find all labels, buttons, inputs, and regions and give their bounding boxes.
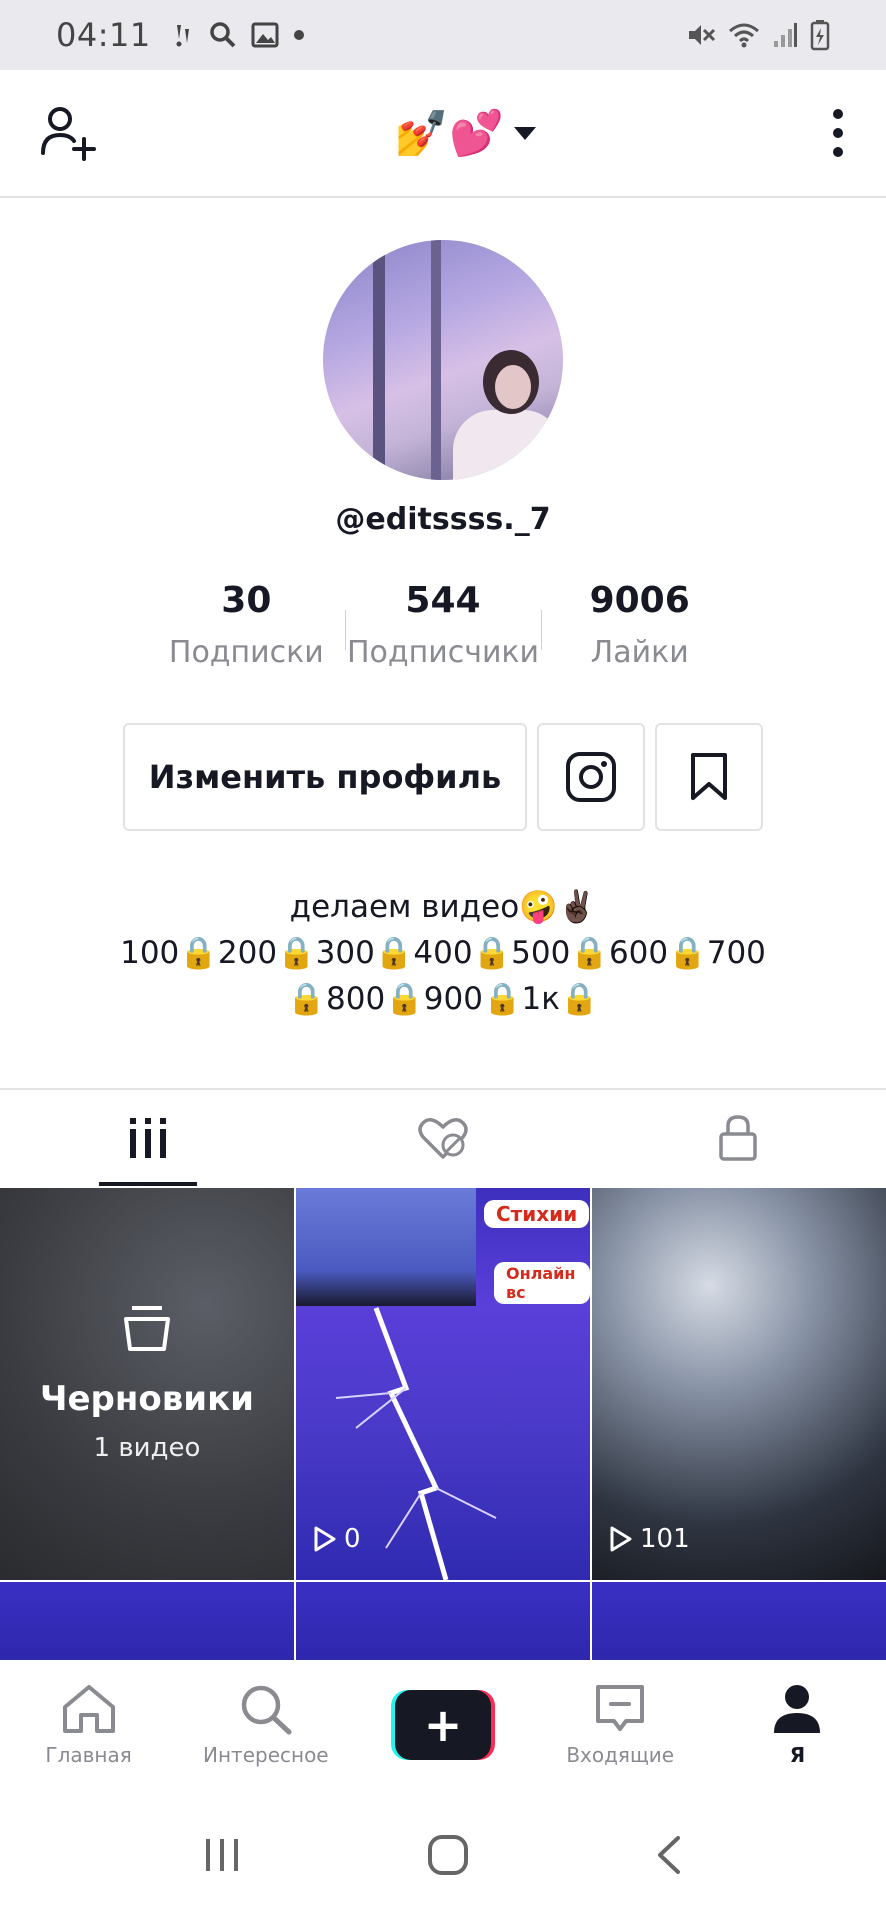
profile-stats: 30 Подписки 544 Подписчики 9006 Лайки bbox=[148, 580, 738, 690]
following-label: Подписки bbox=[168, 635, 324, 670]
status-time: 04:11 bbox=[56, 16, 151, 54]
video-thumbnail[interactable] bbox=[296, 1582, 590, 1660]
nav-home[interactable]: Главная bbox=[0, 1683, 177, 1767]
video-thumbnail[interactable] bbox=[592, 1582, 886, 1660]
image-status-icon bbox=[251, 22, 279, 48]
lock-icon bbox=[719, 1115, 758, 1161]
person-icon bbox=[774, 1685, 821, 1733]
bookmark-icon bbox=[691, 753, 727, 800]
account-name: 💅💕 bbox=[394, 108, 504, 159]
hidden-heart-icon bbox=[418, 1118, 468, 1159]
notification-icon bbox=[176, 25, 189, 47]
video-grid: Черновики 1 видео Стихии Онлайн вс 0 101 bbox=[0, 1186, 886, 1660]
instagram-icon bbox=[566, 752, 616, 802]
edit-profile-button[interactable]: Изменить профиль bbox=[123, 723, 527, 831]
bio-line: 🔒800🔒900🔒1к🔒 bbox=[287, 981, 599, 1017]
video-thumbnail[interactable]: 101 bbox=[592, 1188, 886, 1580]
system-nav-bar bbox=[0, 1790, 886, 1920]
create-button[interactable]: + bbox=[391, 1690, 495, 1760]
video-views: 101 bbox=[610, 1524, 690, 1554]
video-thumbnail[interactable] bbox=[0, 1582, 294, 1660]
following-stat[interactable]: 30 Подписки bbox=[148, 580, 345, 690]
avatar[interactable] bbox=[323, 240, 563, 480]
instagram-button[interactable] bbox=[537, 723, 645, 831]
recent-apps-icon[interactable] bbox=[202, 1835, 242, 1875]
status-bar: 04:11 bbox=[0, 0, 886, 70]
bio-line: делаем видео🤪✌🏿 bbox=[289, 889, 597, 925]
search-icon bbox=[241, 1685, 292, 1735]
nav-inbox-label: Входящие bbox=[566, 1743, 675, 1767]
play-icon bbox=[610, 1526, 632, 1552]
nav-inbox[interactable]: Входящие bbox=[532, 1683, 709, 1767]
bottom-nav: Главная Интересное + Входящие Я bbox=[0, 1660, 886, 1790]
video-tag: Онлайн вс bbox=[494, 1262, 590, 1304]
nav-create[interactable]: + bbox=[354, 1690, 531, 1760]
account-switcher[interactable]: 💅💕 bbox=[394, 107, 536, 159]
mute-icon bbox=[689, 25, 716, 45]
play-icon bbox=[314, 1526, 336, 1552]
nav-me-label: Я bbox=[789, 1743, 806, 1767]
profile-actions: Изменить профиль bbox=[123, 723, 763, 831]
dot-status-icon bbox=[293, 30, 304, 40]
inbox-icon bbox=[596, 1685, 645, 1731]
profile-tabs bbox=[0, 1088, 886, 1186]
video-views: 0 bbox=[314, 1524, 361, 1554]
signal-icon bbox=[774, 23, 797, 47]
status-notification-icons bbox=[171, 21, 305, 49]
more-options-icon[interactable] bbox=[830, 107, 846, 159]
following-count: 30 bbox=[221, 580, 272, 621]
drafts-count: 1 видео bbox=[93, 1433, 201, 1463]
followers-label: Подписчики bbox=[346, 635, 540, 670]
nav-me[interactable]: Я bbox=[709, 1683, 886, 1767]
likes-count: 9006 bbox=[589, 580, 690, 621]
likes-stat[interactable]: 9006 Лайки bbox=[541, 580, 738, 690]
home-button-icon[interactable] bbox=[427, 1834, 469, 1876]
followers-stat[interactable]: 544 Подписчики bbox=[344, 580, 542, 690]
nav-home-label: Главная bbox=[45, 1743, 132, 1767]
favorites-button[interactable] bbox=[655, 723, 763, 831]
nav-discover-label: Интересное bbox=[203, 1743, 329, 1767]
top-bar: 💅💕 bbox=[0, 70, 886, 198]
status-system-icons bbox=[686, 19, 830, 51]
view-count: 101 bbox=[640, 1524, 690, 1554]
tab-liked[interactable] bbox=[295, 1090, 590, 1186]
likes-label: Лайки bbox=[590, 635, 689, 670]
grid-icon bbox=[129, 1118, 166, 1158]
drafts-title: Черновики bbox=[40, 1379, 254, 1419]
battery-icon bbox=[810, 20, 830, 51]
profile-handle: @editssss._7 bbox=[335, 502, 551, 537]
drafts-icon bbox=[124, 1306, 170, 1351]
tab-private[interactable] bbox=[591, 1090, 886, 1186]
lightning-bolt-image bbox=[335, 1307, 497, 1580]
wifi-icon bbox=[729, 23, 759, 48]
search-status-icon bbox=[209, 22, 236, 48]
nav-discover[interactable]: Интересное bbox=[177, 1683, 354, 1767]
drafts-tile[interactable]: Черновики 1 видео bbox=[0, 1188, 294, 1580]
home-icon bbox=[62, 1685, 115, 1733]
bio-line: 100🔒200🔒300🔒400🔒500🔒600🔒700 bbox=[120, 935, 766, 971]
followers-count: 544 bbox=[405, 580, 481, 621]
back-icon[interactable] bbox=[654, 1834, 684, 1876]
tab-videos[interactable] bbox=[0, 1090, 295, 1186]
video-thumbnail[interactable]: Стихии Онлайн вс 0 bbox=[296, 1188, 590, 1580]
chevron-down-icon bbox=[513, 126, 536, 140]
plus-icon: + bbox=[395, 1690, 491, 1760]
add-user-icon[interactable] bbox=[40, 105, 100, 161]
view-count: 0 bbox=[344, 1524, 361, 1554]
video-tag: Стихии bbox=[484, 1200, 590, 1228]
profile-bio: делаем видео🤪✌🏿 100🔒200🔒300🔒400🔒500🔒600🔒… bbox=[0, 884, 886, 1022]
